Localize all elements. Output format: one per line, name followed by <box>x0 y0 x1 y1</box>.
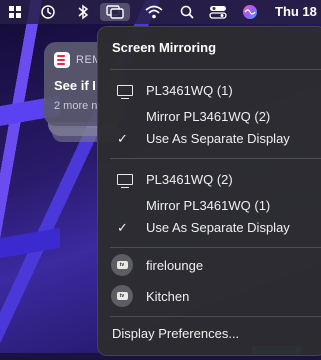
checkmark-icon: ✓ <box>117 220 128 235</box>
menu-separator <box>110 158 321 159</box>
airplay-device-firelounge[interactable]: firelounge <box>146 258 203 273</box>
display-preferences-item[interactable]: Display Preferences... <box>112 326 239 341</box>
separate-display-option-2[interactable]: Use As Separate Display <box>146 220 290 235</box>
control-center-icon[interactable] <box>206 3 230 21</box>
airplay-device-kitchen[interactable]: Kitchen <box>146 289 189 304</box>
screen-mirroring-menu: Screen Mirroring PL3461WQ (1) Mirror PL3… <box>97 26 321 356</box>
separate-display-option-1[interactable]: Use As Separate Display <box>146 131 290 146</box>
siri-icon[interactable] <box>241 3 259 21</box>
apple-tv-icon: tv <box>111 254 133 276</box>
menu-bar: Thu 18 <box>0 0 321 24</box>
display-item-1[interactable]: PL3461WQ (1) <box>146 83 233 98</box>
notification-more-count: 2 more n <box>54 100 98 112</box>
mirror-option-1[interactable]: Mirror PL3461WQ (2) <box>146 109 270 124</box>
app-grid-icon[interactable] <box>6 3 24 21</box>
wifi-icon[interactable] <box>143 3 165 21</box>
menu-separator <box>110 316 321 317</box>
apple-tv-icon: tv <box>111 285 133 307</box>
reminders-app-icon <box>54 52 70 68</box>
menu-header: Screen Mirroring <box>112 40 217 55</box>
mirror-option-2[interactable]: Mirror PL3461WQ (1) <box>146 198 270 213</box>
notification-title: See if I <box>54 78 96 93</box>
menu-bar-clock[interactable]: Thu 18 <box>275 4 317 19</box>
time-machine-icon[interactable] <box>38 3 58 21</box>
menu-separator <box>110 247 321 248</box>
menu-separator <box>110 69 321 70</box>
search-icon[interactable] <box>178 3 196 21</box>
bluetooth-icon[interactable] <box>74 3 92 21</box>
screen-mirroring-icon[interactable] <box>100 3 130 21</box>
display-icon <box>117 85 133 99</box>
checkmark-icon: ✓ <box>117 131 128 146</box>
display-icon <box>117 174 133 188</box>
display-item-2[interactable]: PL3461WQ (2) <box>146 172 233 187</box>
